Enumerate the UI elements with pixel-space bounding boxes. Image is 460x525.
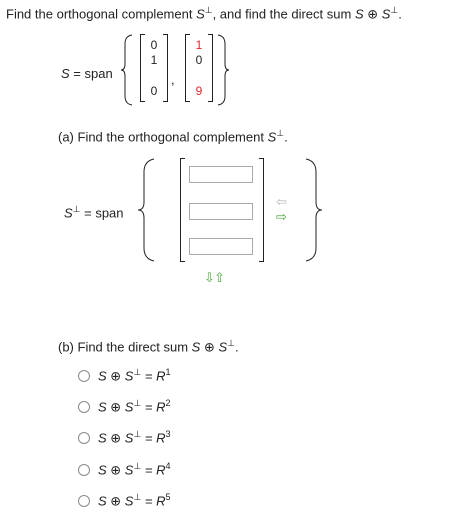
opt-pow: 5 xyxy=(165,492,171,502)
opt-lhs: S ⊕ S xyxy=(98,462,134,478)
part-a-end: . xyxy=(284,129,288,145)
vector-1: 0 1 0 xyxy=(140,34,168,102)
v1-row2: 1 xyxy=(150,53,158,67)
part-b-prompt: (b) Find the direct sum S ⊕ S⊥. xyxy=(58,338,239,355)
perp-left-brace xyxy=(137,158,155,262)
perp-input-3-field[interactable] xyxy=(190,239,252,254)
title-perp: ⊥ xyxy=(204,5,213,15)
opt-lhs: S ⊕ S xyxy=(98,399,134,415)
add-column-arrow-icon[interactable]: ⇨ xyxy=(276,210,287,223)
perp-input-2[interactable] xyxy=(189,203,253,220)
option-radio-3[interactable] xyxy=(78,432,90,444)
v2-row2: 0 xyxy=(195,53,203,67)
vector-2: 1 0 9 xyxy=(185,34,213,102)
option-radio-1[interactable] xyxy=(78,370,90,382)
opt-pow: 4 xyxy=(165,461,171,471)
perp-input-2-field[interactable] xyxy=(190,204,252,219)
v2-row1: 1 xyxy=(195,38,203,52)
remove-row-arrow-icon[interactable]: ⇧ xyxy=(214,270,225,286)
opt-lhs: S ⊕ S xyxy=(98,493,134,509)
v2-row4: 9 xyxy=(195,84,203,98)
opt-pow: 2 xyxy=(165,398,171,408)
remove-column-arrow-icon[interactable]: ⇦ xyxy=(276,195,287,208)
perp-vector xyxy=(180,158,264,262)
part-b-text: (b) Find the direct sum xyxy=(58,339,192,355)
span-s: S xyxy=(61,66,70,81)
v1-row1: 0 xyxy=(150,38,158,52)
v1-row4: 0 xyxy=(150,84,158,98)
title-oplus: ⊕ xyxy=(363,6,382,22)
span-label: S = span xyxy=(61,66,113,81)
opt-lhs: S ⊕ S xyxy=(98,430,134,446)
opt-eq: = R xyxy=(141,430,166,446)
option-label-5[interactable]: S ⊕ S⊥ = R5 xyxy=(98,492,171,509)
perp-input-1[interactable] xyxy=(189,166,253,183)
option-label-4[interactable]: S ⊕ S⊥ = R4 xyxy=(98,461,171,478)
option-radio-5[interactable] xyxy=(78,495,90,507)
option-label-3[interactable]: S ⊕ S⊥ = R3 xyxy=(98,429,171,446)
part-a-s: S xyxy=(267,129,277,145)
right-brace xyxy=(217,34,230,106)
opt-eq: = R xyxy=(141,368,166,384)
opt-pow: 3 xyxy=(165,429,171,439)
opt-pow: 1 xyxy=(165,367,171,377)
option-label-1[interactable]: S ⊕ S⊥ = R1 xyxy=(98,367,171,384)
part-b-perp: ⊥ xyxy=(227,338,235,348)
title-end: . xyxy=(398,6,402,22)
perp-input-3[interactable] xyxy=(189,238,253,255)
perp-span-eq: = span xyxy=(80,205,124,221)
question-title: Find the orthogonal complement S⊥, and f… xyxy=(6,5,402,22)
span-eq: = span xyxy=(69,66,113,81)
option-label-2[interactable]: S ⊕ S⊥ = R2 xyxy=(98,398,171,415)
vector-comma: , xyxy=(171,72,175,87)
part-b-oplus: ⊕ xyxy=(200,339,219,355)
part-a-prompt: (a) Find the orthogonal complement S⊥. xyxy=(58,128,288,144)
opt-lhs: S ⊕ S xyxy=(98,368,134,384)
part-b-s2: S xyxy=(218,339,228,355)
title-mid: , and find the direct sum xyxy=(212,6,355,22)
title-text: Find the orthogonal complement xyxy=(6,6,197,22)
option-radio-2[interactable] xyxy=(78,401,90,413)
left-brace xyxy=(120,34,133,106)
title-s: S xyxy=(196,6,205,22)
title-s2: S xyxy=(354,6,364,22)
opt-eq: = R xyxy=(141,462,166,478)
part-a-text: (a) Find the orthogonal complement xyxy=(58,129,268,145)
perp-span-label: S⊥ = span xyxy=(64,204,124,220)
part-a-perp: ⊥ xyxy=(276,128,285,138)
opt-eq: = R xyxy=(141,399,166,415)
perp-span-perp: ⊥ xyxy=(72,204,81,214)
perp-right-brace xyxy=(305,158,323,262)
opt-eq: = R xyxy=(141,493,166,509)
perp-input-1-field[interactable] xyxy=(190,167,252,182)
part-b-end: . xyxy=(234,339,239,355)
option-radio-4[interactable] xyxy=(78,464,90,476)
perp-span-s: S xyxy=(64,205,73,221)
